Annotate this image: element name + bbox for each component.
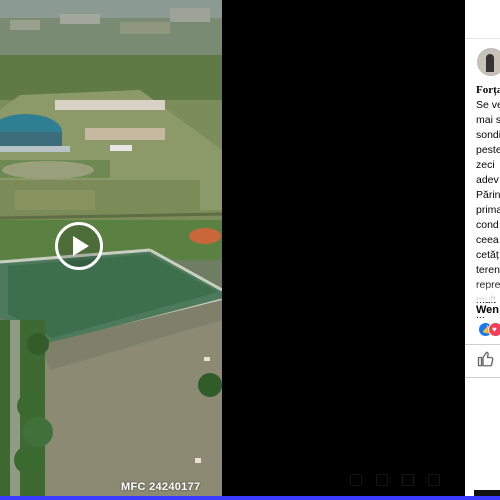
post-text-line: adev (476, 174, 499, 186)
post-text-line: Se ve (476, 99, 500, 111)
post-text-line: teren (476, 264, 500, 276)
post-text-line: ceea (476, 234, 499, 246)
post-text-line: prima (476, 204, 500, 216)
control-icon (350, 474, 362, 486)
post-text-line: Părin (476, 189, 500, 201)
post-text-line: cond (476, 219, 499, 231)
video-watermark: MFC 24240177 (121, 481, 201, 493)
post-sidebar: Forța Se ve mai s sondi peste zeci adev … (465, 0, 500, 500)
post-author[interactable]: Forța (476, 84, 500, 96)
control-icon (428, 474, 440, 486)
divider (465, 377, 500, 378)
play-icon (73, 236, 89, 256)
bottom-bar (0, 496, 500, 500)
thumbs-up-icon (477, 351, 494, 367)
video-letterbox (222, 0, 465, 500)
post-text-line: zeci (476, 159, 495, 171)
text-fade (465, 282, 500, 302)
video-player[interactable]: MFC 24240177 (0, 0, 222, 500)
post-text-line: sondi (476, 129, 500, 141)
love-reaction-icon: ♥ (488, 322, 500, 337)
play-button[interactable] (55, 222, 103, 270)
divider (465, 344, 500, 345)
aerial-video-frame (0, 0, 222, 500)
group-name[interactable]: Wen (476, 304, 499, 316)
video-controls (350, 474, 450, 488)
control-icon (402, 474, 414, 486)
post-text-line: cetăț (476, 249, 499, 261)
sidebar-header (465, 0, 500, 39)
control-icon (376, 474, 388, 486)
avatar[interactable] (477, 48, 500, 76)
post-text-line: mai s (476, 114, 500, 126)
like-button[interactable] (477, 350, 497, 370)
post-text-line: peste (476, 144, 500, 156)
